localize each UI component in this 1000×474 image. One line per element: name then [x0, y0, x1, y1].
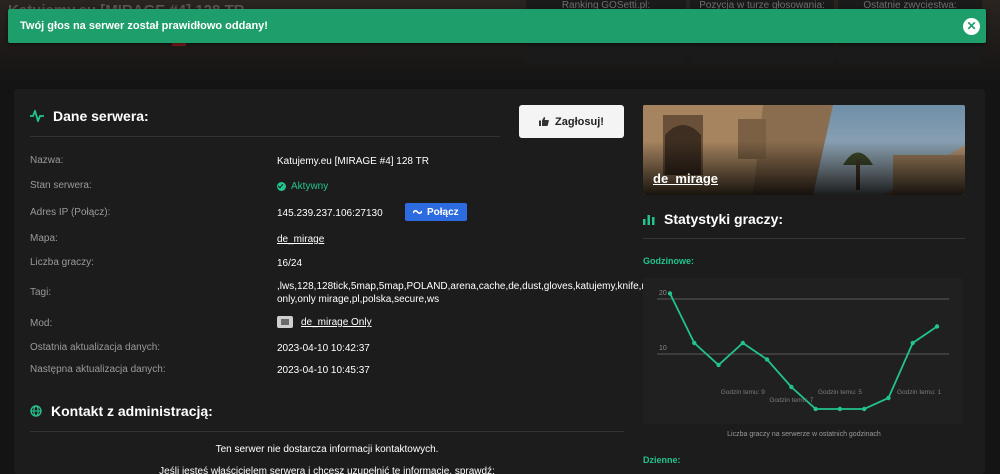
mod-icon [277, 316, 293, 329]
chart-caption: Liczba graczy na serwerze w ostatnich go… [727, 431, 881, 438]
chart-annotation: Godzin temu: 7 [769, 397, 813, 404]
server-ip-value: 145.239.237.106:27130 Połącz [277, 203, 632, 221]
server-players-value: 16/24 [277, 258, 303, 269]
server-data-title: Dane serwera: [53, 108, 149, 124]
data-point [886, 395, 891, 401]
next-update-value: 2023-04-10 10:45:37 [277, 365, 370, 376]
hourly-label: Godzinowe: [643, 256, 694, 266]
divider [643, 238, 965, 239]
map-link[interactable]: de_mirage [277, 234, 324, 245]
data-point [789, 384, 794, 390]
contact-title: Kontakt z administracją: [51, 403, 213, 419]
y-tick-label: 10 [659, 345, 667, 352]
hourly-chart-svg: 10 20 Godzin temu: 9 Godzin temu: 7 Godzin t… [657, 290, 949, 412]
chart-annotation: Godzin temu: 9 [721, 389, 765, 396]
data-point [861, 406, 867, 412]
stats-heading: Statystyki graczy: [643, 211, 783, 227]
hourly-chart: 10 20 Godzin temu: 9 Godzin temu: 7 Godzin t… [643, 278, 963, 424]
server-mod-value: de_mirage Only [277, 316, 632, 329]
row-label: Następna aktualizacja danych: [30, 364, 166, 375]
data-point [764, 357, 770, 362]
server-data-heading: Dane serwera: [30, 108, 149, 124]
status-text: Aktywny [291, 181, 329, 192]
success-toast: Twój głos na serwer został prawidłowo od… [8, 9, 986, 43]
chart-annotation: Godzin temu: 5 [818, 389, 862, 396]
contact-heading: Kontakt z administracją: [30, 403, 213, 419]
status-badge: Aktywny [277, 180, 328, 193]
data-point [692, 340, 697, 346]
last-update-value: 2023-04-10 10:42:37 [277, 343, 370, 354]
page: Katujemy.eu [MIRAGE #4] 128 TR Ranking G… [0, 0, 1000, 474]
map-name-link[interactable]: de_mirage [653, 171, 718, 186]
connect-button-label: Połącz [427, 206, 459, 218]
server-name-value: Katujemy.eu [MIRAGE #4] 128 TR [277, 156, 429, 167]
globe-icon [30, 405, 42, 417]
row-label: Nazwa: [30, 155, 64, 166]
y-tick-label: 20 [659, 290, 667, 297]
thumbs-up-icon [539, 117, 549, 126]
connect-button[interactable]: Połącz [405, 203, 467, 221]
row-label: Adres IP (Połącz): [30, 207, 111, 218]
server-state-value: Aktywny [277, 180, 632, 195]
row-label: Ostatnia aktualizacja danych: [30, 342, 161, 353]
data-point [740, 340, 746, 346]
vote-button-label: Zagłosuj! [555, 115, 604, 128]
data-point [934, 324, 940, 329]
divider [30, 136, 500, 137]
contact-info-text: Ten serwer nie dostarcza informacji kont… [215, 444, 439, 455]
ip-text: 145.239.237.106:27130 [277, 208, 383, 219]
data-point [837, 406, 843, 412]
check-circle-icon [277, 182, 286, 191]
close-icon[interactable]: ✕ [963, 18, 980, 35]
data-point [910, 340, 915, 346]
daily-label: Dzienne: [643, 455, 681, 465]
toast-message: Twój głos na serwer został prawidłowo od… [20, 20, 268, 32]
contact-owner-text: Jeśli jesteś właścicielem serwera i chce… [159, 466, 495, 474]
mod-link[interactable]: de_mirage Only [301, 317, 372, 328]
wave-icon [413, 209, 422, 215]
row-label: Mapa: [30, 233, 58, 244]
vote-button[interactable]: Zagłosuj! [519, 105, 624, 138]
data-point [716, 362, 721, 368]
server-tags-value: ,lws,128,128tick,5map,5map,POLAND,arena,… [277, 281, 706, 305]
row-label: Liczba graczy: [30, 257, 94, 268]
row-label: Tagi: [30, 287, 52, 298]
divider [30, 431, 624, 432]
data-point [813, 406, 818, 412]
pulse-icon [30, 110, 44, 122]
server-map-value: de_mirage [277, 233, 632, 246]
stats-title: Statystyki graczy: [664, 211, 784, 227]
chart-annotation: Godzin temu: 1 [897, 389, 941, 396]
map-image-card[interactable]: de_mirage [643, 105, 965, 195]
bar-chart-icon [643, 213, 655, 225]
data-point [667, 291, 673, 296]
row-label: Stan serwera: [30, 180, 92, 191]
row-label: Mod: [30, 318, 53, 329]
